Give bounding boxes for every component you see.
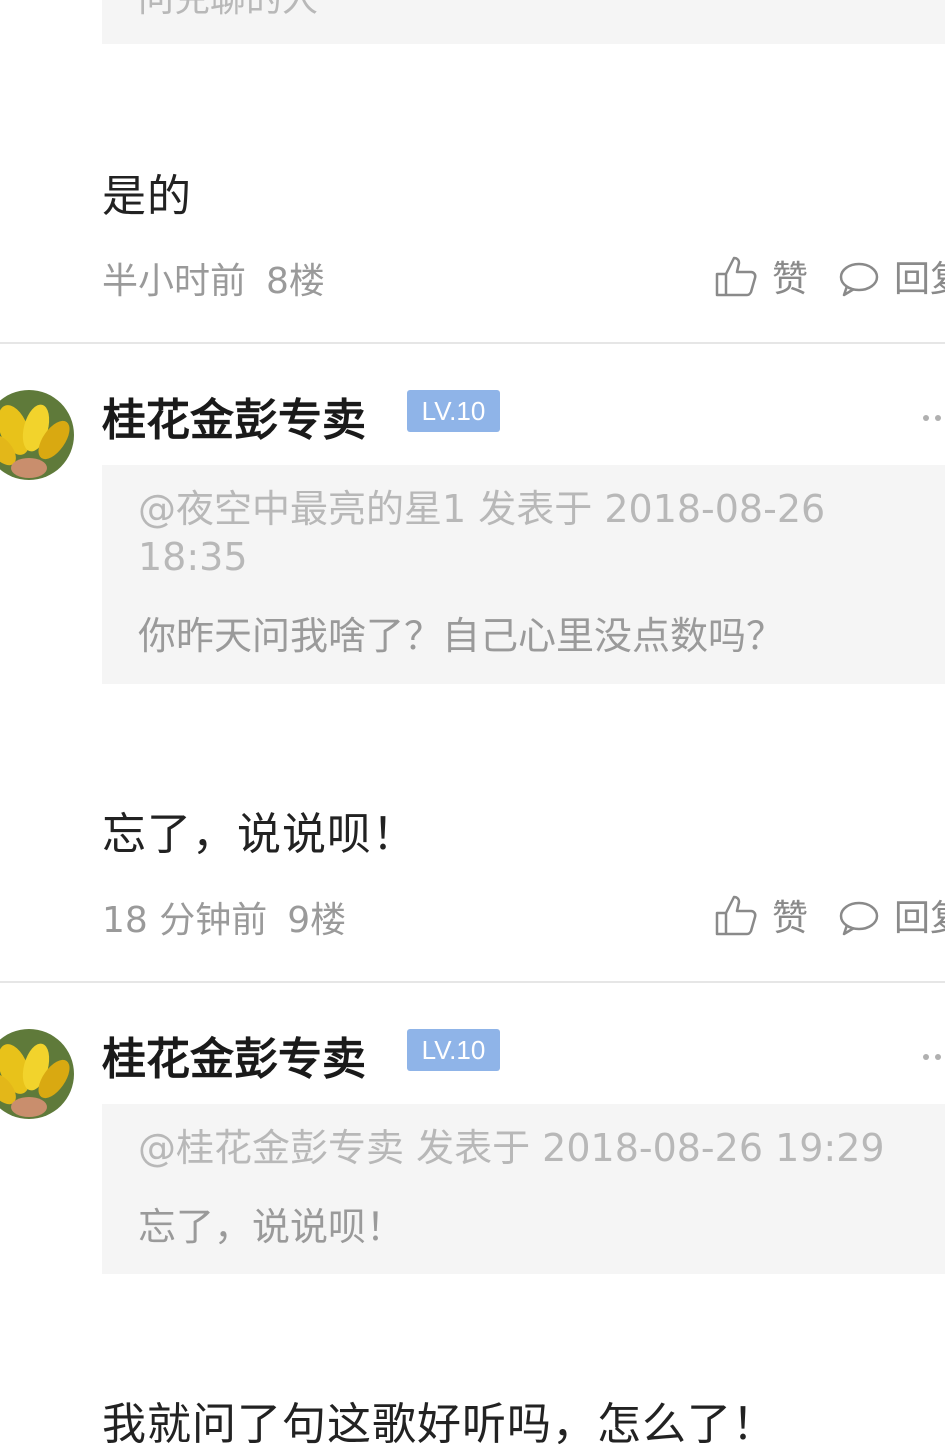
comment-meta: 18 分钟前 9楼 (102, 891, 346, 943)
comment-floor: 8楼 (266, 261, 325, 302)
like-button[interactable]: 赞 (772, 250, 808, 302)
like-button[interactable]: 赞 (772, 889, 808, 941)
reply-button[interactable]: 回复 (894, 889, 945, 941)
level-badge: LV.10 (407, 1029, 500, 1071)
comment-bubble-icon[interactable] (838, 259, 880, 301)
divider (0, 981, 945, 983)
quote-header: @夜空中最亮的星1 发表于 2018-08-26 18:35 (138, 487, 826, 579)
quoted-text: 问兑聊的人 (138, 0, 318, 22)
more-icon[interactable] (920, 408, 945, 421)
quote-body: 忘了，说说呗！ (138, 1205, 405, 1249)
avatar[interactable] (0, 390, 74, 480)
comment-time: 18 分钟前 (102, 900, 268, 941)
comment-time: 半小时前 (102, 261, 247, 302)
username[interactable]: 桂花金彭专卖 (102, 384, 366, 448)
divider (0, 342, 945, 344)
comment-body: 我就问了句这歌好听吗，怎么了！ (102, 1399, 777, 1450)
thumbs-up-icon[interactable] (714, 254, 758, 298)
avatar[interactable] (0, 1029, 74, 1119)
quoted-reply[interactable]: @桂花金彭专卖 发表于 2018-08-26 19:29 忘了，说说呗！ (102, 1104, 945, 1274)
thumbs-up-icon[interactable] (714, 893, 758, 937)
quote-body: 你昨天问我啥了？自己心里没点数吗？ (138, 614, 785, 658)
level-badge: LV.10 (407, 390, 500, 432)
comment-meta: 半小时前 8楼 (102, 252, 325, 304)
reply-button[interactable]: 回复 (894, 250, 945, 302)
comment-thread: 问兑聊的人 是的 半小时前 8楼 赞 回复 桂花金彭专卖 LV.10 @夜空中最亮… (0, 0, 945, 1455)
more-icon[interactable] (920, 1047, 945, 1060)
username[interactable]: 桂花金彭专卖 (102, 1023, 366, 1087)
quoted-reply-top: 问兑聊的人 (102, 0, 945, 44)
comment-body: 是的 (102, 171, 192, 222)
comment-actions: 赞 回复 (714, 891, 945, 939)
comment-actions: 赞 回复 (714, 252, 945, 300)
comment-floor: 9楼 (287, 900, 347, 941)
comment-bubble-icon[interactable] (838, 898, 880, 940)
comment-body: 忘了，说说呗！ (102, 809, 417, 860)
quoted-reply[interactable]: @夜空中最亮的星1 发表于 2018-08-26 18:35 你昨天问我啥了？自… (102, 465, 945, 684)
quote-header: @桂花金彭专卖 发表于 2018-08-26 19:29 (138, 1126, 885, 1170)
